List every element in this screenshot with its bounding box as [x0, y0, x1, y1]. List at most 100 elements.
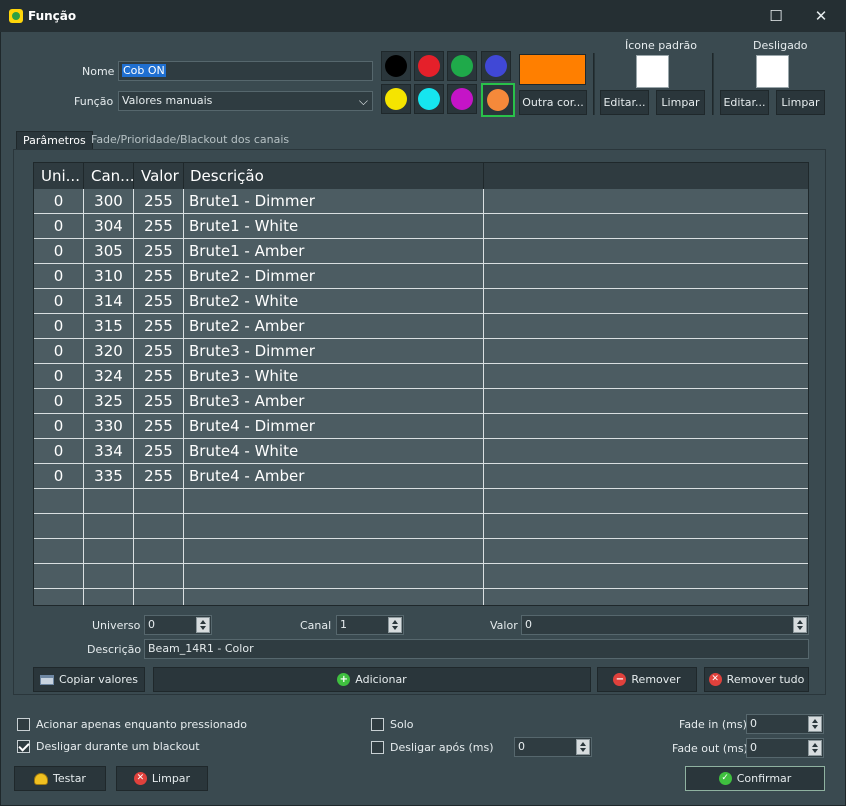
color-swatch-orange[interactable] [481, 83, 515, 117]
remove-all-button[interactable]: ✕ Remover tudo [704, 667, 809, 692]
cell-canal: 334 [84, 439, 134, 463]
tab-parametros[interactable]: Parâmetros [16, 131, 93, 149]
table-row[interactable]: 0 335 255 Brute4 - Amber [34, 464, 808, 489]
confirm-button[interactable]: ✓ Confirmar [685, 766, 825, 791]
color-dot [485, 55, 507, 77]
cell-canal: 305 [84, 239, 134, 263]
cell-empty [484, 389, 808, 413]
canal-spinbox[interactable]: 1 [336, 615, 404, 635]
color-dot [451, 88, 473, 110]
copy-values-label: Copiar valores [58, 673, 139, 686]
table-row[interactable]: 0 310 255 Brute2 - Dimmer [34, 264, 808, 289]
fade-out-spinbox[interactable]: 0 [746, 738, 824, 758]
blackout-label: Desligar durante um blackout [36, 740, 200, 753]
fade-in-spinbox[interactable]: 0 [746, 714, 824, 734]
off-icon-preview[interactable] [756, 55, 789, 88]
off-icon-title: Desligado [753, 39, 808, 52]
column-header-universo[interactable]: Uni... [34, 163, 84, 189]
column-header-canal[interactable]: Can... [84, 163, 134, 189]
fade-in-value: 0 [750, 717, 757, 730]
column-header-descricao[interactable]: Descrição [184, 163, 484, 189]
off-after-spinbox[interactable]: 0 [514, 737, 592, 757]
clear-label: Limpar [151, 772, 191, 785]
add-label: Adicionar [355, 673, 407, 686]
cell-valor [134, 564, 184, 588]
channels-table[interactable]: Uni... Can... Valor Descrição 0 300 255 Bru… [33, 162, 809, 606]
cell-universo [34, 539, 84, 563]
solo-option[interactable]: Solo [371, 718, 414, 731]
cell-canal [84, 489, 134, 513]
press-only-option[interactable]: Acionar apenas enquanto pressionado [17, 718, 247, 731]
table-header: Uni... Can... Valor Descrição [34, 163, 808, 189]
cell-empty [484, 589, 808, 605]
table-row[interactable] [34, 589, 808, 605]
valor-spinbox[interactable]: 0 [521, 615, 809, 635]
clear-button[interactable]: ✕ Limpar [116, 766, 208, 791]
color-swatch-magenta[interactable] [447, 84, 477, 114]
table-row[interactable]: 0 324 255 Brute3 - White [34, 364, 808, 389]
spin-arrows-icon[interactable] [388, 617, 402, 633]
blackout-option[interactable]: Desligar durante um blackout [17, 740, 200, 753]
cell-descricao: Brute2 - White [184, 289, 484, 313]
blackout-checkbox[interactable] [17, 740, 30, 753]
descricao-input[interactable]: Beam_14R1 - Color [144, 639, 809, 659]
default-icon-clear-button[interactable]: Limpar [656, 90, 705, 115]
spin-arrows-icon[interactable] [576, 739, 590, 755]
off-after-checkbox[interactable] [371, 741, 384, 754]
tab-fade-prioridade[interactable]: Fade/Prioridade/Blackout dos canais [85, 131, 295, 149]
x-icon: ✕ [133, 772, 147, 785]
color-swatch-cyan[interactable] [414, 84, 444, 114]
spin-arrows-icon[interactable] [808, 716, 822, 732]
copy-values-button[interactable]: Copiar valores [33, 667, 145, 692]
cell-valor [134, 489, 184, 513]
cell-universo: 0 [34, 239, 84, 263]
default-icon-edit-button[interactable]: Editar... [600, 90, 649, 115]
cell-canal: 315 [84, 314, 134, 338]
lamp-icon [34, 772, 49, 785]
table-row[interactable] [34, 564, 808, 589]
table-row[interactable]: 0 330 255 Brute4 - Dimmer [34, 414, 808, 439]
column-header-valor[interactable]: Valor [134, 163, 184, 189]
universo-spinbox[interactable]: 0 [144, 615, 212, 635]
remove-button[interactable]: − Remover [597, 667, 697, 692]
table-row[interactable]: 0 334 255 Brute4 - White [34, 439, 808, 464]
table-row[interactable] [34, 489, 808, 514]
spin-arrows-icon[interactable] [808, 740, 822, 756]
color-swatch-green[interactable] [447, 51, 477, 81]
maximize-icon[interactable]: ☐ [761, 6, 791, 26]
add-button[interactable]: + Adicionar [153, 667, 591, 692]
color-swatch-red[interactable] [414, 51, 444, 81]
default-icon-preview[interactable] [636, 55, 669, 88]
color-swatch-blue[interactable] [481, 51, 511, 81]
table-row[interactable]: 0 314 255 Brute2 - White [34, 289, 808, 314]
other-color-button[interactable]: Outra cor... [519, 90, 587, 115]
spin-arrows-icon[interactable] [196, 617, 210, 633]
table-row[interactable]: 0 315 255 Brute2 - Amber [34, 314, 808, 339]
test-label: Testar [53, 772, 86, 785]
solo-label: Solo [390, 718, 414, 731]
off-icon-clear-button[interactable]: Limpar [776, 90, 825, 115]
spin-arrows-icon[interactable] [793, 617, 807, 633]
cell-valor: 255 [134, 189, 184, 213]
table-row[interactable]: 0 325 255 Brute3 - Amber [34, 389, 808, 414]
color-swatch-black[interactable] [381, 51, 411, 81]
table-row[interactable]: 0 304 255 Brute1 - White [34, 214, 808, 239]
close-icon[interactable]: ✕ [806, 6, 836, 26]
off-icon-edit-button[interactable]: Editar... [720, 90, 769, 115]
nome-input[interactable]: Cob ON [118, 61, 373, 81]
universo-value: 0 [148, 618, 155, 631]
table-row[interactable]: 0 320 255 Brute3 - Dimmer [34, 339, 808, 364]
color-dot [418, 88, 440, 110]
press-only-checkbox[interactable] [17, 718, 30, 731]
cell-empty [484, 539, 808, 563]
cell-universo: 0 [34, 439, 84, 463]
color-swatch-yellow[interactable] [381, 84, 411, 114]
solo-checkbox[interactable] [371, 718, 384, 731]
off-after-option[interactable]: Desligar após (ms) [371, 741, 494, 754]
funcao-select[interactable]: Valores manuais ⌵ [118, 91, 373, 111]
table-row[interactable]: 0 300 255 Brute1 - Dimmer [34, 189, 808, 214]
table-row[interactable]: 0 305 255 Brute1 - Amber [34, 239, 808, 264]
table-row[interactable] [34, 514, 808, 539]
test-button[interactable]: Testar [14, 766, 106, 791]
table-row[interactable] [34, 539, 808, 564]
